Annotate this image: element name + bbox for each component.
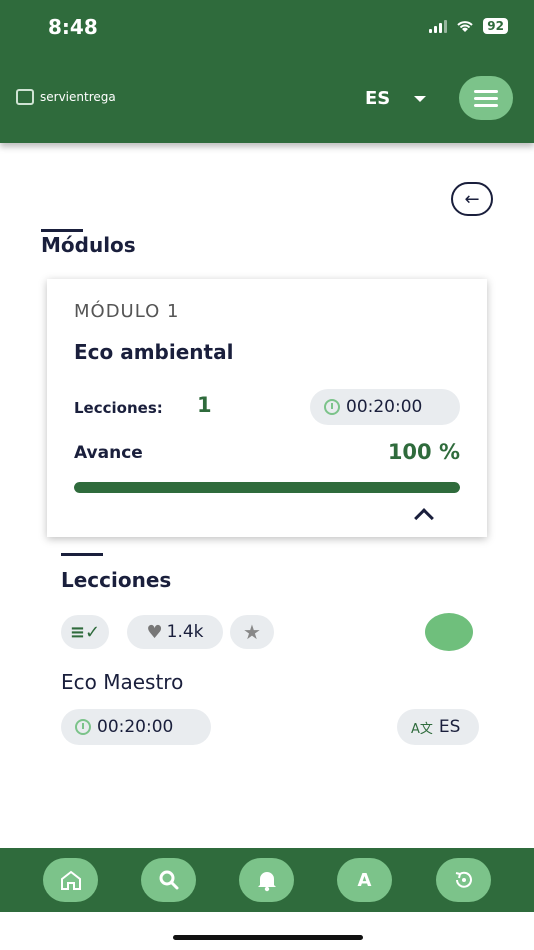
back-button[interactable]: ← (451, 182, 493, 216)
brand-name: servientrega (40, 90, 116, 104)
heart-icon: ♥ (146, 621, 163, 643)
star-icon: ★ (243, 620, 261, 644)
module-label: MÓDULO 1 (74, 301, 180, 322)
lessons-title: Lecciones (61, 568, 172, 592)
brand-logo[interactable]: servientrega (16, 89, 116, 105)
back-arrow-icon: ← (464, 188, 480, 210)
progress-fill (74, 482, 460, 493)
modules-title: Módulos (41, 233, 136, 257)
profile-letter: A (357, 869, 372, 891)
like-button[interactable]: ♥ 1.4k (127, 615, 223, 649)
status-icons: 92 (429, 18, 508, 34)
wifi-icon (457, 21, 473, 32)
likes-count: 1.4k (166, 622, 204, 642)
lesson-name[interactable]: Eco Maestro (61, 670, 183, 694)
nav-notifications-button[interactable] (239, 858, 294, 902)
section-accent-bar (41, 229, 83, 232)
module-title: Eco ambiental (74, 340, 234, 364)
lesson-language: ES (438, 717, 461, 737)
list-check-icon: ≡✓ (69, 621, 101, 643)
language-value: ES (365, 88, 391, 109)
nav-profile-button[interactable]: A (337, 858, 392, 902)
clock-icon (324, 399, 340, 415)
menu-button[interactable] (459, 76, 513, 120)
home-icon (60, 870, 81, 890)
lesson-duration-pill: 00:20:00 (61, 709, 211, 745)
module-duration: 00:20:00 (346, 397, 423, 417)
module-card[interactable]: MÓDULO 1 Eco ambiental Lecciones: 1 00:2… (47, 279, 487, 537)
lessons-count: 1 (197, 393, 212, 417)
translate-icon: A文 (411, 721, 433, 737)
home-indicator (173, 935, 363, 940)
lesson-duration: 00:20:00 (97, 717, 174, 737)
nav-home-button[interactable] (43, 858, 98, 902)
completed-button[interactable]: ≡✓ (61, 615, 109, 649)
nav-search-button[interactable] (141, 858, 196, 902)
menu-icon (474, 89, 498, 93)
lessons-label: Lecciones: (74, 399, 163, 417)
progress-bar (74, 482, 460, 493)
status-time: 8:48 (48, 15, 98, 39)
module-duration-pill: 00:20:00 (310, 389, 460, 425)
history-icon (455, 871, 472, 888)
app-header: 8:48 92 servientrega ES (0, 0, 534, 143)
battery-indicator: 92 (483, 18, 508, 34)
language-selector[interactable]: ES (365, 88, 427, 109)
section-accent-bar (61, 553, 103, 556)
nav-history-button[interactable] (436, 858, 491, 902)
chevron-down-icon (414, 95, 427, 102)
signal-icon (429, 19, 448, 33)
lesson-language-pill: A文 ES (397, 709, 479, 745)
favorite-button[interactable]: ★ (230, 615, 274, 649)
lesson-status-indicator[interactable] (425, 613, 473, 651)
progress-label: Avance (74, 443, 143, 463)
logo-mark-icon (16, 89, 34, 105)
search-icon (159, 870, 178, 890)
bell-icon (257, 872, 276, 892)
collapse-chevron-icon[interactable] (414, 508, 434, 528)
clock-icon (75, 719, 91, 735)
progress-value: 100 % (387, 440, 460, 464)
